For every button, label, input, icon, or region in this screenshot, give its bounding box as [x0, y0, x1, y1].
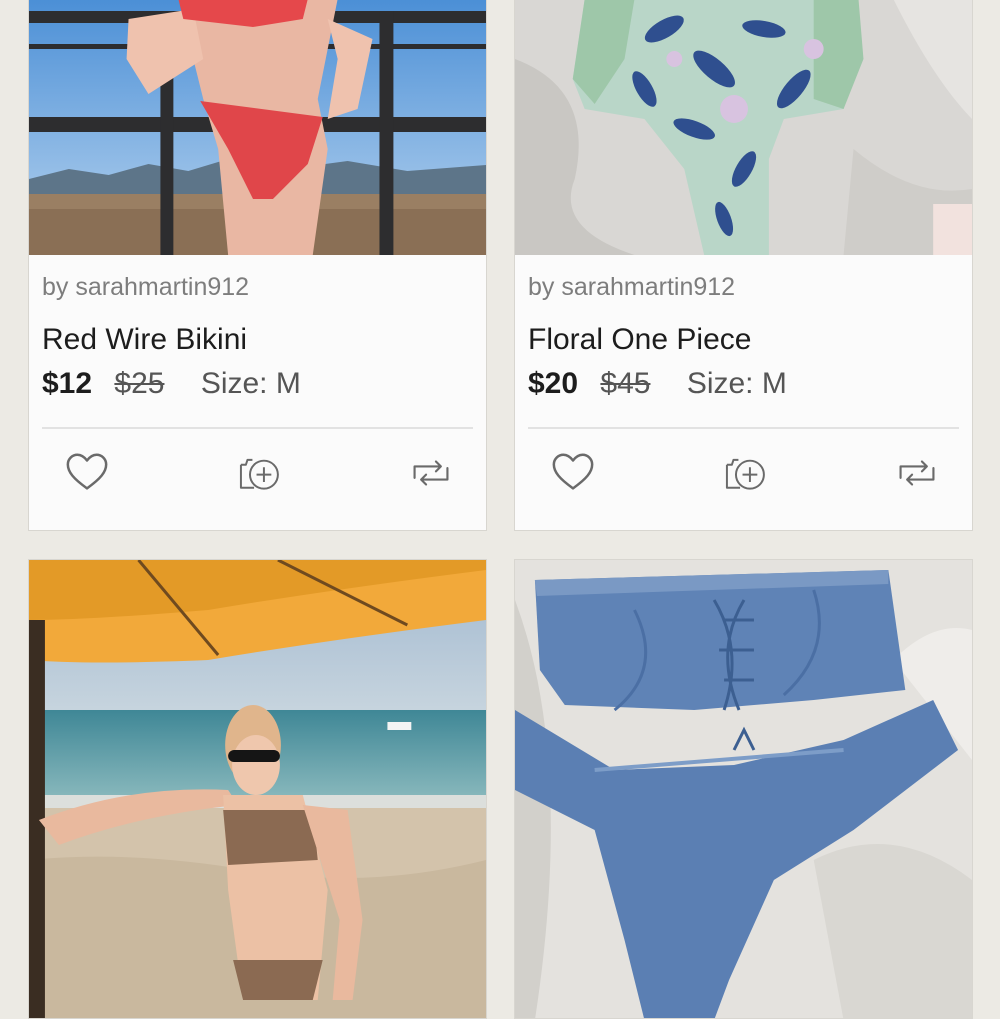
listing-card[interactable] [28, 559, 487, 1019]
divider [528, 427, 959, 429]
listing-card[interactable]: by sarahmartin912 Red Wire Bikini $12 $2… [28, 0, 487, 531]
listing-card[interactable] [514, 559, 973, 1019]
share-button[interactable] [401, 445, 461, 501]
seller-username[interactable]: by sarahmartin912 [528, 273, 735, 302]
add-to-bundle-icon [239, 458, 279, 490]
listing-details: by sarahmartin912 Floral One Piece $20 $… [515, 255, 972, 530]
listing-title[interactable]: Red Wire Bikini [42, 323, 247, 357]
listing-size: Size: M [200, 367, 301, 400]
heart-icon [66, 453, 108, 490]
share-icon [413, 460, 449, 486]
original-price: $25 [114, 367, 165, 400]
price-row: $20 $45 Size: M [528, 367, 787, 401]
listing-photo[interactable] [29, 0, 486, 255]
heart-icon [552, 453, 594, 490]
listing-photo[interactable] [515, 0, 972, 255]
like-button[interactable] [57, 445, 117, 501]
listing-size: Size: M [686, 367, 787, 400]
share-icon [899, 460, 935, 486]
add-to-bundle-icon [725, 458, 765, 490]
add-to-bundle-button[interactable] [715, 445, 775, 501]
listing-photo[interactable] [29, 560, 486, 1018]
listing-price: $12 [42, 367, 93, 400]
listing-actions [515, 445, 972, 505]
share-button[interactable] [887, 445, 947, 501]
listing-photo[interactable] [515, 560, 972, 1018]
listing-price: $20 [528, 367, 579, 400]
like-button[interactable] [543, 445, 603, 501]
listing-title[interactable]: Floral One Piece [528, 323, 751, 357]
original-price: $45 [600, 367, 651, 400]
listing-details: by sarahmartin912 Red Wire Bikini $12 $2… [29, 255, 486, 530]
listing-card[interactable]: by sarahmartin912 Floral One Piece $20 $… [514, 0, 973, 531]
price-row: $12 $25 Size: M [42, 367, 301, 401]
add-to-bundle-button[interactable] [229, 445, 289, 501]
listing-grid: by sarahmartin912 Red Wire Bikini $12 $2… [0, 0, 1000, 1019]
seller-username[interactable]: by sarahmartin912 [42, 273, 249, 302]
listing-actions [29, 445, 486, 505]
divider [42, 427, 473, 429]
